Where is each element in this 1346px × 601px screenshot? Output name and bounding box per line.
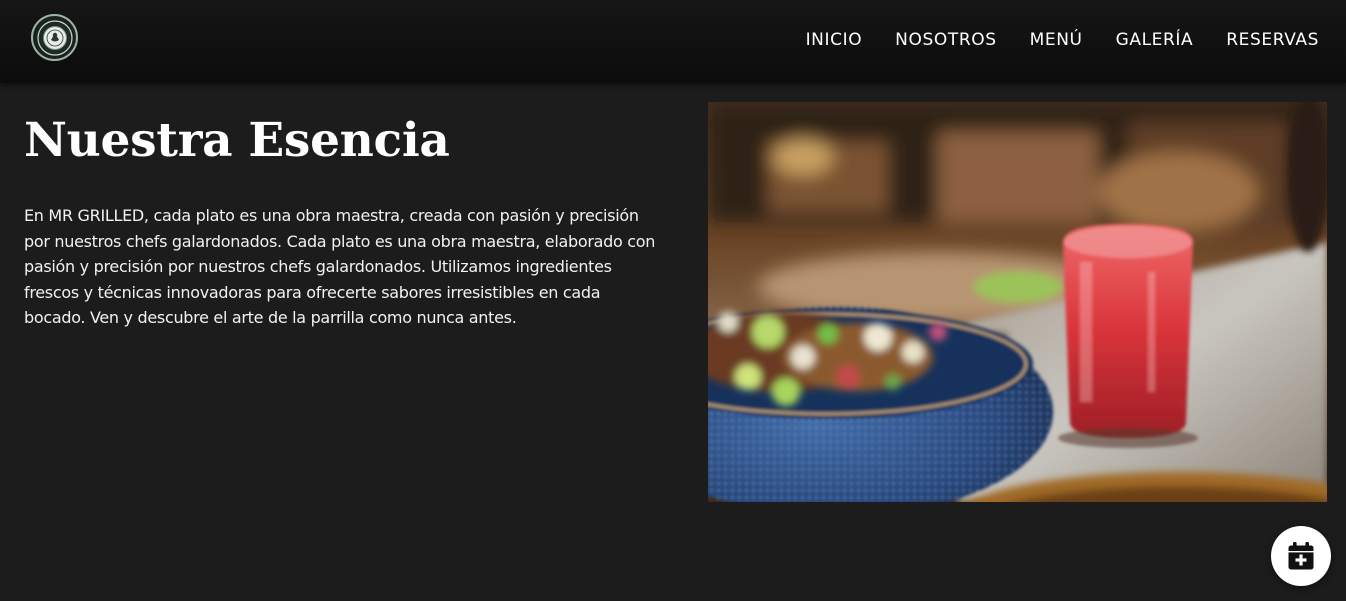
reservation-fab-button[interactable] — [1271, 526, 1331, 586]
nav-link-nosotros[interactable]: NOSOTROS — [895, 30, 996, 50]
nav-link-reservas[interactable]: RESERVAS — [1226, 30, 1319, 50]
navbar: INICIO NOSOTROS MENÚ GALERÍA RESERVAS — [0, 0, 1346, 83]
restaurant-seal-logo-icon — [36, 19, 73, 56]
section-title: Nuestra Esencia — [24, 113, 450, 168]
nav-link-galeria[interactable]: GALERÍA — [1116, 30, 1194, 50]
calendar-plus-icon — [1288, 542, 1314, 570]
logo[interactable] — [31, 14, 78, 61]
food-photo-image — [708, 102, 1327, 502]
main-nav: INICIO NOSOTROS MENÚ GALERÍA RESERVAS — [806, 0, 1319, 80]
section-description: En MR GRILLED, cada plato es una obra ma… — [24, 206, 656, 328]
nav-link-inicio[interactable]: INICIO — [806, 30, 863, 50]
food-photo — [708, 102, 1327, 502]
nav-link-menu[interactable]: MENÚ — [1030, 30, 1083, 50]
